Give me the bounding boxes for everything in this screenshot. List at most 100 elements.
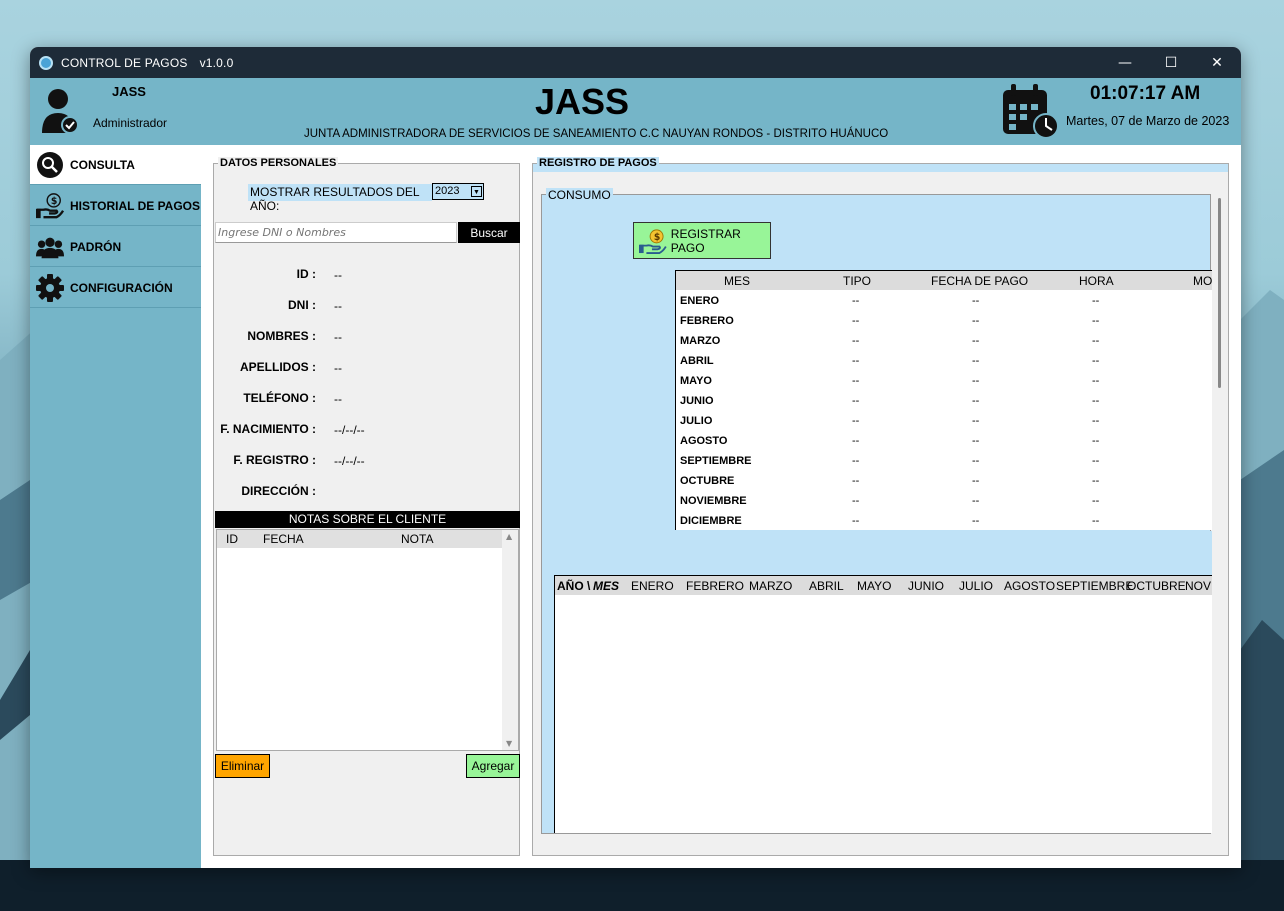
- users-icon: [36, 237, 64, 258]
- row-fecha: --: [972, 455, 980, 467]
- calendar-clock-icon: [1003, 84, 1059, 139]
- sidebar-item-label: CONFIGURACIÓN: [70, 280, 173, 295]
- history-header: AÑO \ MES ENERO FEBRERO MARZO ABRIL MAYO JUNI…: [555, 576, 1212, 595]
- notes-scrollbar[interactable]: ▲ ▼: [502, 530, 518, 750]
- minimize-button[interactable]: —: [1102, 47, 1148, 78]
- col-hora: HORA: [1079, 274, 1114, 288]
- row-hora: --: [1092, 315, 1100, 327]
- table-row[interactable]: NOVIEMBRE -- -- --: [676, 491, 1212, 511]
- field-label: NOMBRES :: [247, 329, 316, 343]
- row-hora: --: [1092, 295, 1100, 307]
- history-col: MAYO: [857, 579, 892, 593]
- sidebar-item-label: HISTORIAL DE PAGOS: [70, 198, 201, 213]
- table-row[interactable]: AGOSTO -- -- --: [676, 431, 1212, 451]
- row-hora: --: [1092, 475, 1100, 487]
- app-icon: [39, 55, 53, 70]
- row-hora: --: [1092, 415, 1100, 427]
- year-select[interactable]: 2023 ▼: [432, 183, 484, 200]
- row-mes: OCTUBRE: [680, 475, 735, 487]
- row-tipo: --: [852, 375, 860, 387]
- row-hora: --: [1092, 495, 1100, 507]
- search-button[interactable]: Buscar: [458, 222, 520, 243]
- table-row[interactable]: ENERO -- -- --: [676, 291, 1212, 311]
- sidebar-item-consulta[interactable]: CONSULTA: [30, 145, 201, 185]
- history-col: ABRIL: [809, 579, 844, 593]
- notes-col-fecha: FECHA: [263, 532, 304, 546]
- sidebar-item-label: PADRÓN: [70, 239, 122, 254]
- datos-personales-panel: DATOS PERSONALES MOSTRAR RESULTADOS DEL …: [213, 157, 520, 856]
- table-row[interactable]: DICIEMBRE -- -- --: [676, 511, 1212, 530]
- field-label: ID :: [296, 267, 316, 281]
- register-payment-button[interactable]: $ REGISTRAR PAGO: [633, 222, 771, 259]
- scroll-down-icon[interactable]: ▼: [506, 739, 512, 748]
- row-mes: AGOSTO: [680, 435, 728, 447]
- row-fecha: --: [972, 475, 980, 487]
- field-value: --: [334, 330, 342, 344]
- row-mes: SEPTIEMBRE: [680, 455, 752, 467]
- registro-pagos-panel: REGISTRO DE PAGOS CONSUMO $ REGISTRAR PA…: [532, 157, 1229, 856]
- window-title: CONTROL DE PAGOS: [61, 55, 188, 70]
- table-row[interactable]: MAYO -- -- --: [676, 371, 1212, 391]
- table-row[interactable]: JUNIO -- -- --: [676, 391, 1212, 411]
- table-row[interactable]: JULIO -- -- --: [676, 411, 1212, 431]
- datos-personales-legend: DATOS PERSONALES: [218, 157, 339, 169]
- table-row[interactable]: FEBRERO -- -- --: [676, 311, 1212, 331]
- sidebar-item-label: CONSULTA: [70, 157, 135, 172]
- money-hand-icon: $: [639, 228, 667, 254]
- row-hora: --: [1092, 335, 1100, 347]
- header-role: Administrador: [93, 116, 168, 130]
- row-hora: --: [1092, 515, 1100, 527]
- field-label: DNI :: [288, 298, 316, 312]
- field-value: --: [334, 299, 342, 313]
- notes-list[interactable]: ID FECHA NOTA ▲ ▼: [216, 529, 519, 751]
- field-value: --/--/--: [334, 454, 365, 468]
- close-button[interactable]: ✕: [1194, 47, 1240, 78]
- delete-note-button[interactable]: Eliminar: [215, 754, 270, 778]
- row-fecha: --: [972, 495, 980, 507]
- row-mes: ABRIL: [680, 355, 714, 367]
- scroll-up-icon[interactable]: ▲: [506, 532, 512, 541]
- row-tipo: --: [852, 515, 860, 527]
- row-tipo: --: [852, 415, 860, 427]
- history-col: ENERO: [631, 579, 674, 593]
- history-col: OCTUBRE: [1127, 579, 1186, 593]
- table-row[interactable]: ABRIL -- -- --: [676, 351, 1212, 371]
- table-row[interactable]: SEPTIEMBRE -- -- --: [676, 451, 1212, 471]
- row-fecha: --: [972, 335, 980, 347]
- yearly-history-table: AÑO \ MES ENERO FEBRERO MARZO ABRIL MAYO JUNI…: [554, 575, 1212, 833]
- maximize-button[interactable]: ☐: [1148, 47, 1194, 78]
- app-window: CONTROL DE PAGOS v1.0.0 — ☐ ✕ JASS Admin…: [30, 47, 1241, 868]
- add-note-button[interactable]: Agregar: [466, 754, 520, 778]
- header-date: Martes, 07 de Marzo de 2023: [1066, 114, 1230, 128]
- sidebar-item-padron[interactable]: PADRÓN: [30, 227, 201, 267]
- table-header: MES TIPO FECHA DE PAGO HORA MO: [676, 271, 1212, 290]
- history-col: MARZO: [749, 579, 793, 593]
- row-tipo: --: [852, 475, 860, 487]
- sidebar-item-historial[interactable]: $ HISTORIAL DE PAGOS: [30, 186, 201, 226]
- notes-title: NOTAS SOBRE EL CLIENTE: [215, 511, 520, 528]
- row-fecha: --: [972, 375, 980, 387]
- registro-scrollbar[interactable]: [1213, 194, 1225, 834]
- registro-legend: REGISTRO DE PAGOS: [537, 157, 659, 169]
- header-user: JASS: [112, 84, 146, 99]
- search-input[interactable]: [215, 222, 457, 243]
- row-fecha: --: [972, 355, 980, 367]
- chevron-down-icon: ▼: [471, 186, 482, 197]
- col-mo: MO: [1193, 274, 1212, 288]
- consumo-spacer: [542, 531, 1212, 575]
- history-corner: AÑO \: [557, 579, 591, 593]
- table-row[interactable]: OCTUBRE -- -- --: [676, 471, 1212, 491]
- table-row[interactable]: MARZO -- -- --: [676, 331, 1212, 351]
- close-icon: ✕: [1211, 54, 1223, 71]
- header-title: JASS: [535, 81, 630, 122]
- monthly-payments-table: MES TIPO FECHA DE PAGO HORA MO ENERO -- --…: [675, 270, 1212, 530]
- row-tipo: --: [852, 455, 860, 467]
- maximize-icon: ☐: [1164, 54, 1178, 71]
- row-tipo: --: [852, 335, 860, 347]
- field-label: DIRECCIÓN :: [241, 484, 316, 498]
- row-fecha: --: [972, 515, 980, 527]
- registro-scroll-thumb[interactable]: [1218, 198, 1221, 388]
- row-fecha: --: [972, 395, 980, 407]
- minimize-icon: —: [1118, 54, 1132, 71]
- field-label: F. REGISTRO :: [233, 453, 316, 467]
